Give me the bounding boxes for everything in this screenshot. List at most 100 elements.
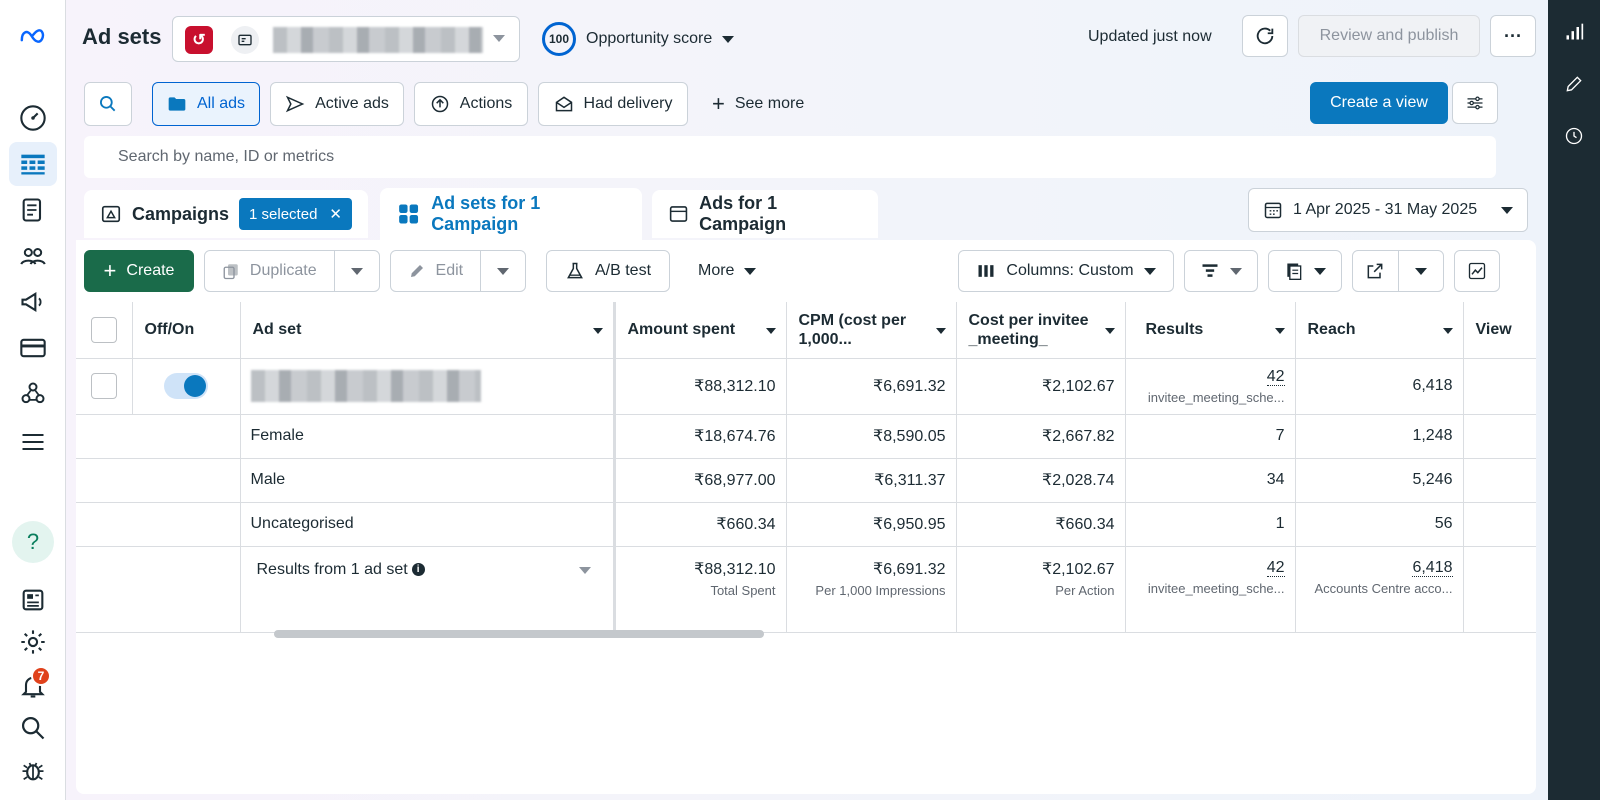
breakdown-name-cell: Female xyxy=(240,414,615,459)
duplicate-icon xyxy=(223,264,238,280)
tab-ads[interactable]: Ads for 1 Campaign xyxy=(652,190,878,238)
help-icon[interactable]: ? xyxy=(9,520,57,564)
sort-caret-icon[interactable] xyxy=(1274,328,1285,334)
info-icon[interactable]: i xyxy=(411,562,425,576)
ads-manager-table-icon[interactable] xyxy=(9,142,57,186)
meta-logo-icon[interactable] xyxy=(9,14,57,58)
cpm-header-label: CPM (cost per 1,000... xyxy=(798,311,907,348)
chevron-down-icon[interactable] xyxy=(579,566,592,574)
summary-results-sub: invitee_meeting_sche... xyxy=(1147,580,1285,596)
filter-had-delivery[interactable]: Had delivery xyxy=(538,82,688,126)
duplicate-split-button[interactable]: Duplicate xyxy=(204,250,380,292)
tab-ads-label: Ads for 1 Campaign xyxy=(699,193,787,234)
create-button[interactable]: + Create xyxy=(84,250,194,292)
col-header-cost[interactable]: Cost per invitee_meeting_ xyxy=(956,302,1126,359)
review-and-publish-button[interactable]: Review and publish xyxy=(1298,15,1480,57)
view-settings-button[interactable] xyxy=(1452,82,1498,124)
create-view-button[interactable]: Create a view xyxy=(1310,82,1448,124)
summary-reach[interactable]: 6,418 xyxy=(1412,558,1453,577)
date-range-picker[interactable]: 1 Apr 2025 - 31 May 2025 xyxy=(1248,188,1528,232)
col-header-cpm[interactable]: CPM (cost per 1,000... xyxy=(786,302,957,359)
adset-name-redacted[interactable] xyxy=(250,370,481,402)
breakdown-button[interactable] xyxy=(1184,250,1258,292)
menu-hamburger-icon[interactable] xyxy=(9,420,57,464)
search-input[interactable]: Search by name, ID or metrics xyxy=(84,136,1496,178)
export-split-button[interactable] xyxy=(1352,250,1444,292)
duplicate-button[interactable]: Duplicate xyxy=(205,251,334,291)
refresh-icon xyxy=(1256,27,1274,45)
summary-label: Results from 1 ad set xyxy=(256,560,408,578)
pages-icon[interactable] xyxy=(9,188,57,232)
billing-card-icon[interactable] xyxy=(9,326,57,370)
sort-caret-icon[interactable] xyxy=(592,328,603,334)
edit-dropdown[interactable] xyxy=(479,251,525,291)
export-icon xyxy=(1368,263,1383,279)
sort-caret-icon[interactable] xyxy=(765,328,776,334)
audiences-icon[interactable] xyxy=(9,234,57,278)
news-icon[interactable] xyxy=(9,578,57,622)
ab-test-button[interactable]: A/B test xyxy=(546,250,670,292)
business-network-icon[interactable] xyxy=(9,372,57,416)
tab-campaigns[interactable]: Campaigns 1 selected ✕ xyxy=(84,190,368,238)
dashboard-gauge-icon[interactable] xyxy=(9,96,57,140)
filter-active-ads[interactable]: Active ads xyxy=(270,82,404,126)
settings-gear-icon[interactable] xyxy=(9,620,57,664)
ad-account-selector[interactable]: ↺ xyxy=(172,16,520,62)
summary-cost-sub: Per Action xyxy=(1055,582,1115,598)
row-select-cell[interactable] xyxy=(76,358,133,415)
col-header-reach[interactable]: Reach xyxy=(1295,302,1464,359)
select-all-checkbox[interactable] xyxy=(90,316,117,343)
notifications-bell-icon[interactable]: 7 xyxy=(9,664,57,708)
horizontal-scrollbar[interactable] xyxy=(274,630,764,638)
adset-on-toggle[interactable] xyxy=(164,373,208,399)
filter-actions[interactable]: Actions xyxy=(414,82,528,126)
campaign-icon xyxy=(101,205,121,223)
select-all-cell[interactable] xyxy=(76,302,133,359)
col-header-results[interactable]: Results xyxy=(1125,302,1296,359)
see-more-filters[interactable]: + See more xyxy=(712,82,804,126)
sort-caret-icon[interactable] xyxy=(935,328,946,334)
selected-chip[interactable]: 1 selected ✕ xyxy=(239,198,352,230)
export-button[interactable] xyxy=(1353,251,1398,291)
bug-report-icon[interactable] xyxy=(9,748,57,792)
reports-button[interactable] xyxy=(1268,250,1342,292)
refresh-button[interactable] xyxy=(1242,15,1288,57)
columns-button[interactable]: Columns: Custom xyxy=(958,250,1174,292)
reach-header-label: Reach xyxy=(1307,320,1356,338)
more-actions-button[interactable]: More xyxy=(698,250,757,292)
opportunity-score-button[interactable]: 100 Opportunity score xyxy=(542,22,735,56)
results-value[interactable]: 42 xyxy=(1266,367,1285,386)
page-title: Ad sets xyxy=(82,24,162,49)
col-header-amount[interactable]: Amount spent xyxy=(612,302,787,359)
megaphone-icon[interactable] xyxy=(9,280,57,324)
row-checkbox[interactable] xyxy=(90,373,117,399)
sort-caret-icon[interactable] xyxy=(1442,328,1453,334)
adset-name-cell[interactable] xyxy=(240,358,615,415)
search-nav-icon[interactable] xyxy=(9,706,57,750)
empty-cell xyxy=(132,458,241,503)
history-clock-icon[interactable] xyxy=(1560,122,1588,150)
edit-split-button[interactable]: Edit xyxy=(390,250,526,292)
more-options-button[interactable]: ··· xyxy=(1490,15,1536,57)
empty-cell xyxy=(76,458,132,503)
amount-cell: ₹660.34 xyxy=(612,502,787,547)
charts-button[interactable] xyxy=(1454,250,1500,292)
filter-all-ads[interactable]: All ads xyxy=(152,82,260,126)
pencil-icon[interactable] xyxy=(1560,70,1588,98)
search-toggle-button[interactable] xyxy=(84,82,132,126)
table-row[interactable]: ₹88,312.10 ₹6,691.32 ₹2,102.67 42 invite… xyxy=(76,358,1536,415)
views-header-label: View xyxy=(1475,320,1512,338)
export-dropdown[interactable] xyxy=(1397,251,1443,291)
chevron-down-icon xyxy=(1230,267,1242,275)
row-toggle-cell[interactable] xyxy=(132,358,241,415)
columns-label: Columns: Custom xyxy=(1006,262,1134,279)
col-header-views[interactable]: View xyxy=(1463,302,1536,359)
duplicate-dropdown[interactable] xyxy=(333,251,379,291)
edit-button[interactable]: Edit xyxy=(391,251,480,291)
summary-results[interactable]: 42 xyxy=(1266,558,1285,577)
col-header-adset[interactable]: Ad set xyxy=(240,302,615,359)
tab-adsets[interactable]: Ad sets for 1 Campaign xyxy=(380,188,642,240)
bar-chart-icon[interactable] xyxy=(1560,18,1588,46)
close-icon[interactable]: ✕ xyxy=(329,205,342,223)
sort-caret-icon[interactable] xyxy=(1104,328,1115,334)
